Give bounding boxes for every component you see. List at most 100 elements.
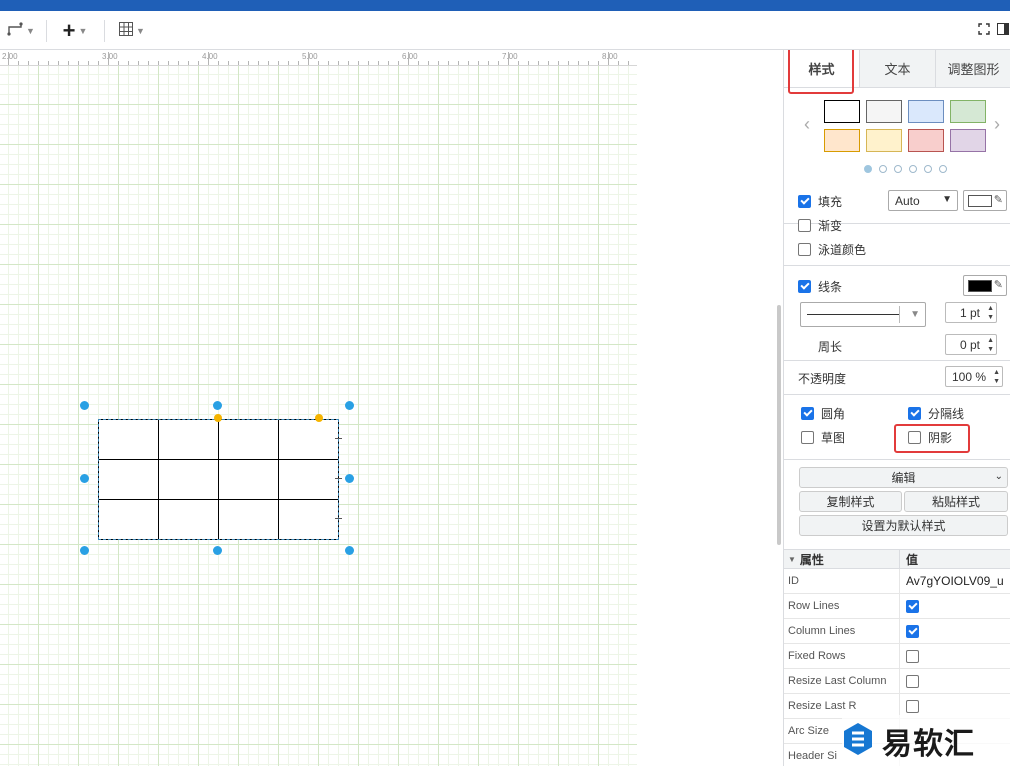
row-resize-marker[interactable] <box>335 478 342 479</box>
swimlane-row[interactable]: 泳道颜色 <box>798 241 866 258</box>
resize-handle-se[interactable] <box>345 546 354 555</box>
insert-button[interactable]: + ▼ <box>56 11 94 50</box>
style-swatch[interactable] <box>866 129 902 152</box>
adjust-handle[interactable] <box>214 414 222 422</box>
resize-handle-sw[interactable] <box>80 546 89 555</box>
sketch-checkbox[interactable] <box>801 431 814 444</box>
property-checkbox[interactable] <box>906 624 919 638</box>
collapse-icon[interactable]: ▼ <box>788 555 796 564</box>
table-button[interactable]: ▼ <box>114 11 150 50</box>
property-column-header: 属性 <box>799 552 824 567</box>
format-panel-toggle[interactable] <box>995 11 1010 50</box>
row-resize-marker[interactable] <box>335 438 342 439</box>
opacity-row: 不透明度 <box>798 370 846 387</box>
line-label: 线条 <box>818 280 843 294</box>
style-swatch[interactable] <box>824 100 860 123</box>
ruler-label: 3.00 <box>102 52 118 61</box>
adjust-handle[interactable] <box>315 414 323 422</box>
property-name: Row Lines <box>784 594 900 618</box>
watermark-logo-icon <box>842 722 874 759</box>
set-default-style-button[interactable]: 设置为默认样式 <box>799 515 1008 536</box>
vertical-scrollbar[interactable] <box>777 305 781 545</box>
property-checkbox[interactable] <box>906 649 919 663</box>
stepper-icon[interactable]: ▲ ▼ <box>993 368 1000 386</box>
divider-lines-checkbox[interactable] <box>908 407 921 420</box>
plus-icon: + <box>62 17 76 43</box>
rounded-checkbox[interactable] <box>801 407 814 420</box>
page-dot[interactable] <box>894 165 902 173</box>
style-swatch[interactable] <box>950 129 986 152</box>
line-color-swatch <box>968 280 992 292</box>
toolbar-divider <box>104 20 105 42</box>
gradient-row[interactable]: 渐变 <box>798 217 842 234</box>
rounded-row[interactable]: 圆角 <box>801 405 845 422</box>
property-value[interactable]: Av7gYOIOLV09_u <box>900 569 1010 593</box>
page-dot[interactable] <box>879 165 887 173</box>
ruler-label: 6.00 <box>402 52 418 61</box>
page-dot[interactable] <box>864 165 872 173</box>
ruler-label: 7.00 <box>502 52 518 61</box>
property-row: Row Lines <box>784 594 1010 619</box>
edit-select[interactable]: 编辑 ⌄ <box>799 467 1008 488</box>
line-row[interactable]: 线条 <box>798 278 842 295</box>
line-pattern-select[interactable]: ▼ <box>800 302 926 327</box>
gradient-checkbox[interactable] <box>798 219 811 232</box>
select-divider <box>899 306 900 323</box>
resize-handle-n[interactable] <box>213 401 222 410</box>
style-swatch[interactable] <box>908 100 944 123</box>
resize-handle-w[interactable] <box>80 474 89 483</box>
property-name: ID <box>784 569 900 593</box>
swimlane-label: 泳道颜色 <box>818 243 867 257</box>
fill-checkbox[interactable] <box>798 195 811 208</box>
sketch-row[interactable]: 草图 <box>801 429 845 446</box>
line-color-picker[interactable]: ✎ <box>963 275 1007 296</box>
divider-lines-label: 分隔线 <box>928 407 965 421</box>
property-checkbox[interactable] <box>906 674 919 688</box>
eyedropper-icon: ✎ <box>993 279 1003 291</box>
resize-handle-nw[interactable] <box>80 401 89 410</box>
perimeter-input[interactable]: 0 pt ▲ ▼ <box>945 334 997 355</box>
style-swatch[interactable] <box>824 129 860 152</box>
style-swatch[interactable] <box>866 100 902 123</box>
property-row: Resize Last Column <box>784 669 1010 694</box>
resize-handle-s[interactable] <box>213 546 222 555</box>
ruler-label: 2.00 <box>2 52 18 61</box>
highlight-box <box>894 424 970 453</box>
page-dot[interactable] <box>939 165 947 173</box>
page-dot[interactable] <box>909 165 917 173</box>
page-dot[interactable] <box>924 165 932 173</box>
eyedropper-icon: ✎ <box>993 194 1003 206</box>
ruler-label: 8.00 <box>602 52 618 61</box>
property-checkbox[interactable] <box>906 699 919 713</box>
next-arrow-icon[interactable]: › <box>994 114 1000 135</box>
row-resize-marker[interactable] <box>335 518 342 519</box>
resize-handle-e[interactable] <box>345 474 354 483</box>
fill-row[interactable]: 填充 <box>798 193 842 210</box>
sketch-label: 草图 <box>821 431 846 445</box>
stepper-icon[interactable]: ▲ ▼ <box>987 304 994 322</box>
tab-text[interactable]: 文本 <box>859 50 935 87</box>
style-swatch[interactable] <box>950 100 986 123</box>
fill-type-select[interactable]: Auto ▼ <box>888 190 958 211</box>
line-checkbox[interactable] <box>798 280 811 293</box>
swimlane-checkbox[interactable] <box>798 243 811 256</box>
tab-arrange[interactable]: 调整图形 <box>935 50 1010 87</box>
property-checkbox[interactable] <box>906 599 919 613</box>
paste-style-button[interactable]: 粘贴样式 <box>904 491 1008 512</box>
property-value <box>900 669 1010 693</box>
divider-lines-row[interactable]: 分隔线 <box>908 405 964 422</box>
section-divider <box>784 459 1010 460</box>
fill-type-value: Auto <box>895 193 920 208</box>
waypoints-button[interactable]: ▼ <box>4 11 38 50</box>
style-swatch[interactable] <box>908 129 944 152</box>
resize-handle-ne[interactable] <box>345 401 354 410</box>
fullscreen-button[interactable] <box>974 11 994 50</box>
opacity-input[interactable]: 100 % ▲ ▼ <box>945 366 1003 387</box>
prev-arrow-icon[interactable]: ‹ <box>804 114 810 135</box>
stepper-icon[interactable]: ▲ ▼ <box>987 336 994 354</box>
section-divider <box>784 394 1010 395</box>
copy-style-button[interactable]: 复制样式 <box>799 491 902 512</box>
fill-color-picker[interactable]: ✎ <box>963 190 1007 211</box>
chevron-down-icon: ▼ <box>910 309 920 320</box>
line-width-input[interactable]: 1 pt ▲ ▼ <box>945 302 997 323</box>
